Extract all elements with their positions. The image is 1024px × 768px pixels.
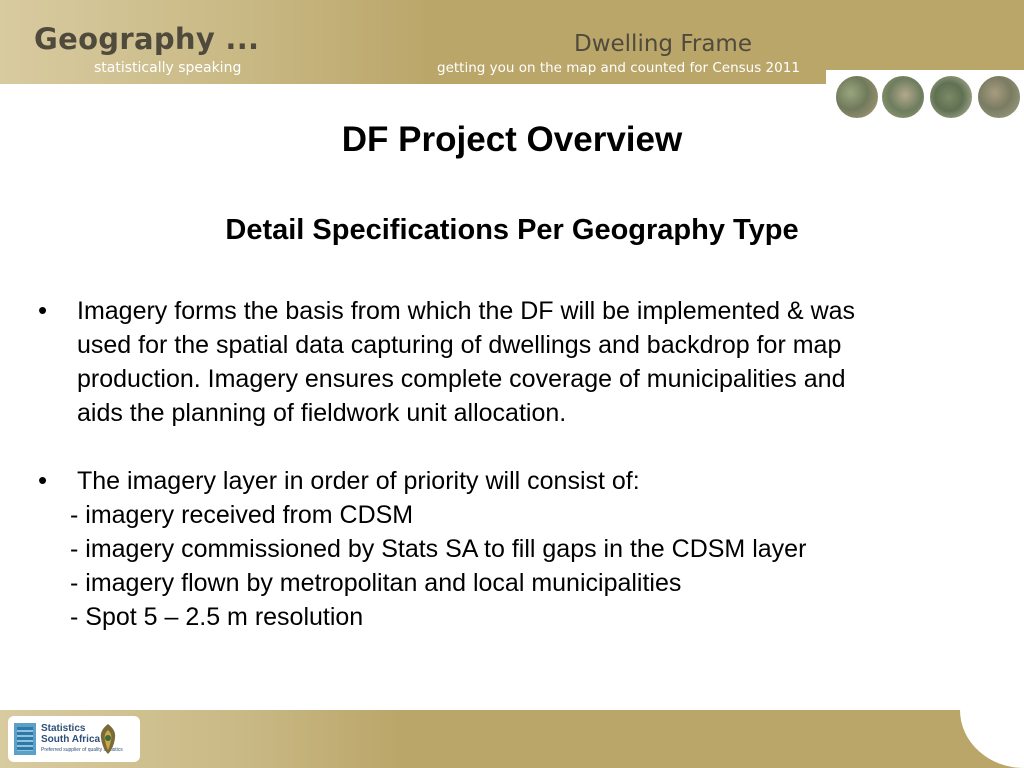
project-title: Dwelling Frame [574,31,752,57]
slide-subtitle: Detail Specifications Per Geography Type [225,214,799,246]
sub-item-3: - imagery flown by metropolitan and loca… [70,569,682,597]
stats-sa-logo-mark [14,723,36,755]
project-tagline: getting you on the map and counted for C… [437,60,800,76]
sub-item-4: - Spot 5 – 2.5 m resolution [70,603,364,631]
stats-sa-logo-name: Statistics South Africa [41,723,100,745]
sub-item-1: - imagery received from CDSM [70,501,414,529]
bullet-1-line-4: aids the planning of fieldwork unit allo… [77,399,567,427]
bullet-1-line-2: used for the spatial data capturing of d… [77,331,842,359]
brand-tagline: statistically speaking [94,60,242,76]
aerial-photo-2 [880,74,926,120]
bullet-marker-1: • [38,295,48,325]
bullet-2-text: The imagery layer in order of priority w… [77,467,640,495]
bullet-1-line-1: Imagery forms the basis from which the D… [77,297,856,325]
bullet-1-text: Imagery forms the basis from which the D… [77,294,977,430]
bullet-1-line-3: production. Imagery ensures complete cov… [77,365,846,393]
logo-line-1: Statistics [41,723,86,734]
logo-line-2: South Africa [41,734,101,745]
sub-item-2: - imagery commissioned by Stats SA to fi… [70,535,807,563]
brand-title: Geography ... [34,22,260,56]
aerial-photo-1 [834,74,880,120]
coat-of-arms-icon [100,724,116,754]
slide-title: DF Project Overview [341,120,683,159]
bullet-marker-2: • [38,465,48,495]
aerial-photo-4 [976,74,1022,120]
aerial-photo-3 [928,74,974,120]
